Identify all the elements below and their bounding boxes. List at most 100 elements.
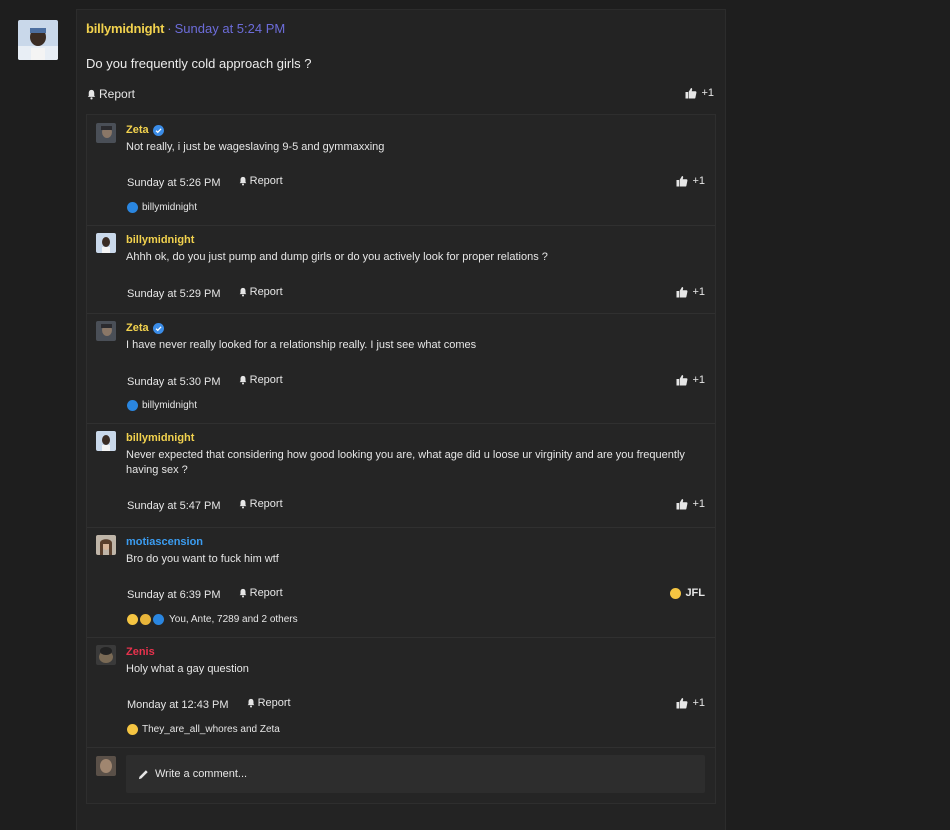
- comment-like-button[interactable]: +1: [676, 697, 705, 709]
- comment-reactions[interactable]: billymidnight: [127, 400, 197, 411]
- comment-like-count: +1: [692, 175, 705, 187]
- comment-item: billymidnight Ahhh ok, do you just pump …: [87, 225, 715, 314]
- comment-report-button[interactable]: Report: [238, 374, 283, 386]
- op-timestamp[interactable]: Sunday at 5:24 PM: [175, 21, 286, 36]
- reaction-users: They_are_all_whores and Zeta: [142, 724, 280, 735]
- comment-avatar[interactable]: [96, 321, 116, 341]
- comment-report-label: Report: [249, 175, 283, 187]
- verified-badge-icon: [152, 124, 164, 136]
- op-report-button[interactable]: Report: [86, 87, 135, 101]
- comment-like-button[interactable]: +1: [676, 175, 705, 187]
- op-like-count: +1: [701, 87, 714, 99]
- comment-item: Zeta Not really, i just be wageslaving 9…: [87, 115, 715, 226]
- comment-timestamp[interactable]: Sunday at 5:47 PM: [127, 500, 221, 512]
- comment-text: Never expected that considering how good…: [126, 449, 685, 476]
- comment-like-button[interactable]: +1: [676, 498, 705, 510]
- comment-author-row: billymidnight: [126, 234, 194, 246]
- right-background: [725, 0, 950, 813]
- comment-report-label: Report: [249, 286, 283, 298]
- bell-icon: [87, 89, 96, 99]
- comment-like-button[interactable]: +1: [676, 286, 705, 298]
- comment-avatar[interactable]: [96, 233, 116, 253]
- bell-icon: [239, 287, 246, 297]
- comment-author-row: billymidnight: [126, 432, 194, 444]
- comment-like-count: +1: [692, 374, 705, 386]
- like-reaction-icon: [127, 202, 138, 213]
- comment-timestamp[interactable]: Sunday at 5:30 PM: [127, 376, 221, 388]
- op-username[interactable]: billymidnight: [86, 21, 164, 36]
- thumbs-up-icon: [676, 375, 688, 386]
- header-separator: ·: [167, 21, 172, 36]
- comment-report-label: Report: [249, 587, 283, 599]
- verified-badge-icon: [152, 322, 164, 334]
- comment-like-button[interactable]: +1: [676, 374, 705, 386]
- comment-item: motiascension Bro do you want to fuck hi…: [87, 527, 715, 638]
- thumbs-up-icon: [676, 287, 688, 298]
- comment-timestamp[interactable]: Sunday at 5:29 PM: [127, 288, 221, 300]
- comment-author-row: Zeta: [126, 322, 164, 334]
- comments-section: Zeta Not really, i just be wageslaving 9…: [86, 114, 716, 804]
- comment-reaction-button[interactable]: JFL: [670, 587, 705, 599]
- op-header: billymidnight · Sunday at 5:24 PM: [86, 21, 285, 36]
- comment-timestamp[interactable]: Monday at 12:43 PM: [127, 699, 229, 711]
- write-comment-input[interactable]: Write a comment...: [126, 755, 705, 793]
- write-comment-placeholder: Write a comment...: [155, 768, 248, 780]
- laughing-emoji-icon: [127, 724, 138, 735]
- comment-author[interactable]: Zeta: [126, 322, 149, 334]
- comment-author[interactable]: Zeta: [126, 124, 149, 136]
- comment-reactions[interactable]: billymidnight: [127, 202, 197, 213]
- comment-reactions[interactable]: You, Ante, 7289 and 2 others: [127, 614, 298, 625]
- thumbs-up-icon: [676, 176, 688, 187]
- write-comment-row: Write a comment...: [87, 747, 715, 803]
- comment-like-count: +1: [692, 286, 705, 298]
- bell-icon: [247, 698, 254, 708]
- comment-meta: Sunday at 5:29 PM Report +1: [127, 286, 705, 300]
- comment-text: I have never really looked for a relatio…: [126, 339, 477, 351]
- comment-meta: Sunday at 5:30 PM Report +1: [127, 374, 705, 388]
- op-report-label: Report: [99, 87, 136, 101]
- thumbs-up-icon: [676, 499, 688, 510]
- comment-author-row: Zeta: [126, 124, 164, 136]
- comment-report-button[interactable]: Report: [246, 697, 291, 709]
- comment-report-button[interactable]: Report: [238, 286, 283, 298]
- like-reaction-icon: [127, 400, 138, 411]
- comment-report-button[interactable]: Report: [238, 175, 283, 187]
- comment-avatar[interactable]: [96, 535, 116, 555]
- comment-reaction-label: JFL: [685, 587, 705, 599]
- comment-report-button[interactable]: Report: [238, 587, 283, 599]
- comment-author[interactable]: motiascension: [126, 536, 203, 548]
- comment-timestamp[interactable]: Sunday at 5:26 PM: [127, 177, 221, 189]
- bell-icon: [239, 176, 246, 186]
- comment-avatar[interactable]: [96, 431, 116, 451]
- op-like-button[interactable]: +1: [685, 87, 714, 99]
- comment-author[interactable]: billymidnight: [126, 432, 194, 444]
- comment-item: Zeta I have never really looked for a re…: [87, 313, 715, 424]
- comment-author-row: motiascension: [126, 536, 203, 548]
- comment-author-row: Zenis: [126, 646, 155, 658]
- comment-author[interactable]: billymidnight: [126, 234, 194, 246]
- comment-item: billymidnight Never expected that consid…: [87, 423, 715, 528]
- op-avatar[interactable]: [18, 20, 58, 60]
- left-gutter: [0, 0, 76, 813]
- comment-report-button[interactable]: Report: [238, 498, 283, 510]
- comment-meta: Sunday at 6:39 PM Report JFL: [127, 587, 705, 601]
- comment-text: Bro do you want to fuck him wtf: [126, 553, 279, 565]
- comment-timestamp[interactable]: Sunday at 6:39 PM: [127, 589, 221, 601]
- bell-icon: [239, 588, 246, 598]
- comment-like-count: +1: [692, 697, 705, 709]
- reaction-users: billymidnight: [142, 202, 198, 213]
- comment-report-label: Report: [249, 374, 283, 386]
- current-user-avatar: [96, 756, 116, 776]
- thumbs-up-icon: [685, 88, 697, 99]
- comment-like-count: +1: [692, 498, 705, 510]
- laughing-emoji-icon: [670, 587, 682, 599]
- comment-avatar[interactable]: [96, 123, 116, 143]
- op-body: Do you frequently cold approach girls ?: [86, 56, 312, 71]
- comment-reactions[interactable]: They_are_all_whores and Zeta: [127, 724, 280, 735]
- comment-text: Holy what a gay question: [126, 663, 249, 675]
- comment-meta: Sunday at 5:26 PM Report +1: [127, 175, 705, 189]
- comment-text: Not really, i just be wageslaving 9-5 an…: [126, 141, 385, 153]
- comment-avatar[interactable]: [96, 645, 116, 665]
- laughing-emoji-icon: [127, 614, 138, 625]
- comment-author[interactable]: Zenis: [126, 646, 155, 658]
